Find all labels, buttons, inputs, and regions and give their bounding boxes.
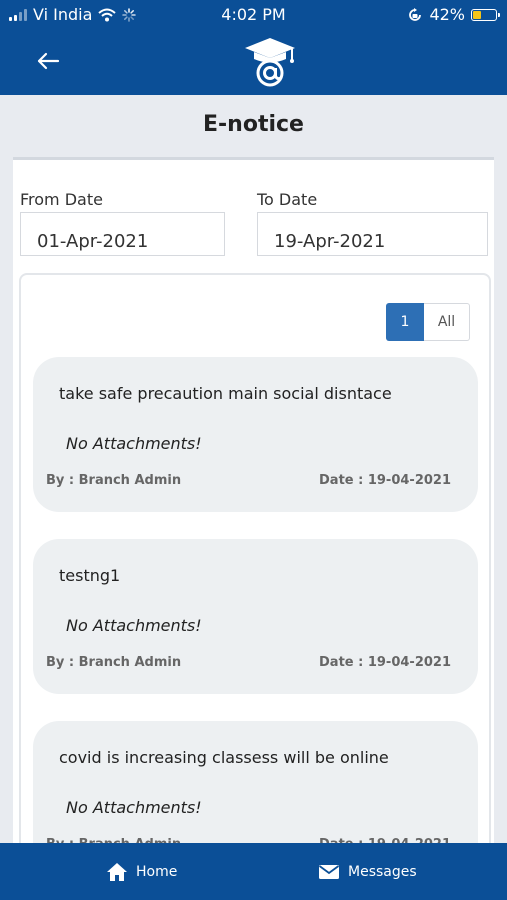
notice-date: Date : 19-04-2021: [319, 473, 451, 488]
tab-messages[interactable]: Messages: [318, 843, 417, 900]
status-right: 42%: [407, 5, 500, 24]
notice-author: By : Branch Admin: [46, 655, 182, 670]
notice-attachments: No Attachments!: [66, 616, 202, 635]
battery-icon: [471, 8, 500, 21]
notice-text: covid is increasing classess will be onl…: [59, 748, 389, 767]
app-logo: [245, 38, 295, 87]
notice-list: 1 All take safe precaution main social d…: [19, 273, 491, 875]
pagination: 1 All: [386, 303, 470, 341]
arrow-left-icon: [37, 52, 60, 70]
page-all-button[interactable]: All: [424, 303, 470, 341]
notice-item[interactable]: testng1 No Attachments! By : Branch Admi…: [33, 539, 478, 694]
home-icon: [107, 862, 127, 881]
from-date-label: From Date: [20, 190, 103, 209]
back-button[interactable]: [30, 45, 66, 77]
notice-item[interactable]: take safe precaution main social disntac…: [33, 357, 478, 512]
notice-card: From Date 01-Apr-2021 To Date 19-Apr-202…: [13, 157, 494, 875]
notice-author: By : Branch Admin: [46, 473, 182, 488]
notice-text: testng1: [59, 566, 121, 585]
battery-percent: 42%: [429, 5, 465, 24]
notice-attachments: No Attachments!: [66, 434, 202, 453]
envelope-icon: [318, 864, 340, 879]
orientation-lock-icon: [409, 7, 422, 21]
to-date-label: To Date: [257, 190, 318, 209]
tab-home[interactable]: Home: [106, 843, 177, 900]
to-date-input[interactable]: 19-Apr-2021: [257, 212, 488, 256]
page-title: E-notice: [203, 112, 304, 137]
bottom-navigation: Home Messages: [0, 843, 507, 900]
status-bar: Vi India 4:02 PM 42%: [0, 0, 507, 30]
notice-text: take safe precaution main social disntac…: [59, 384, 392, 403]
tab-home-label: Home: [136, 863, 178, 880]
app-header: [0, 30, 507, 95]
notice-attachments: No Attachments!: [66, 798, 202, 817]
battery-fill: [473, 10, 481, 19]
from-date-input[interactable]: 01-Apr-2021: [20, 212, 225, 256]
tab-messages-label: Messages: [348, 863, 417, 880]
page-1-button[interactable]: 1: [386, 303, 424, 341]
notice-date: Date : 19-04-2021: [319, 655, 451, 670]
